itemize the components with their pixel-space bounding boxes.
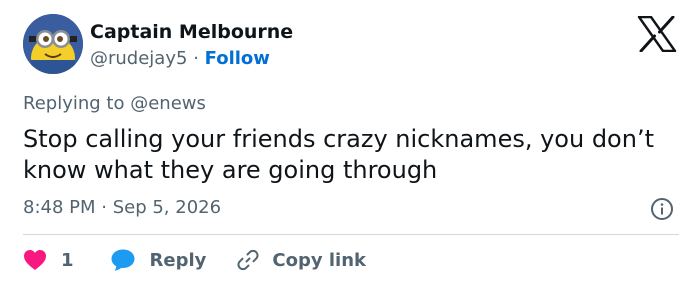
avatar-image [23, 14, 83, 74]
handle-separator: · [193, 48, 199, 69]
divider [23, 234, 679, 235]
follow-button[interactable]: Follow [205, 48, 270, 69]
info-icon[interactable] [650, 197, 674, 221]
link-icon [237, 249, 259, 271]
avatar[interactable] [23, 14, 83, 74]
tweet-timestamp[interactable]: 8:48 PM · Sep 5, 2026 [23, 197, 221, 218]
copy-link-button[interactable]: Copy link [236, 248, 366, 272]
heart-icon [24, 250, 46, 270]
author-name[interactable]: Captain Melbourne [90, 21, 293, 43]
embedded-tweet-card: Captain Melbourne @rudejay5 · Follow Rep… [0, 0, 700, 287]
reply-button[interactable]: Reply [110, 248, 207, 272]
tweet-text: Stop calling your friends crazy nickname… [23, 125, 654, 184]
reply-context-mention[interactable]: @enews [130, 93, 206, 114]
like-button[interactable]: 1 [23, 249, 74, 271]
action-bar: 1 Reply Copy link [23, 246, 366, 274]
reply-label: Reply [149, 249, 207, 271]
copy-link-label: Copy link [272, 249, 366, 271]
author-handle[interactable]: @rudejay5 [90, 48, 187, 69]
x-logo-icon[interactable] [637, 16, 677, 52]
like-count: 1 [61, 249, 74, 271]
reply-context-prefix: Replying to [23, 93, 125, 114]
author-handle-row: @rudejay5 · Follow [90, 48, 270, 69]
speech-bubble-icon [111, 249, 135, 271]
reply-context: Replying to @enews [23, 93, 206, 114]
